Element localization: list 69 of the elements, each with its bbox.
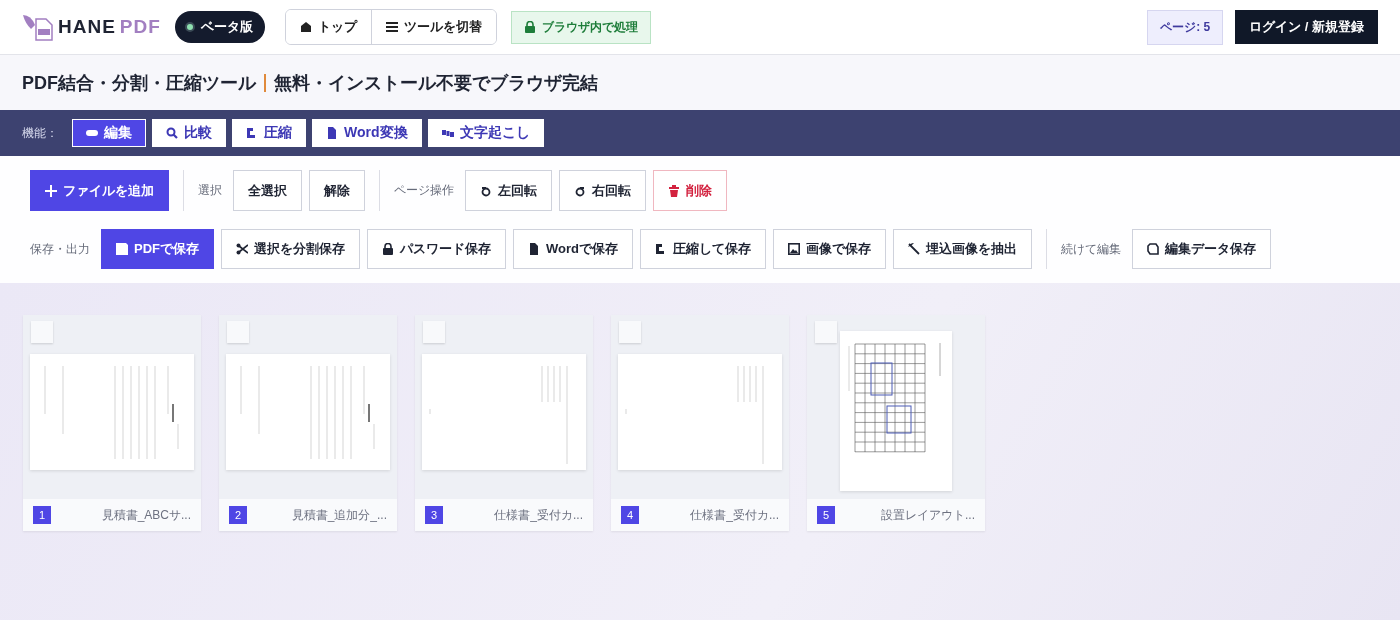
page-title: PDF結合・分割・圧縮ツール bbox=[22, 71, 256, 95]
menu-icon bbox=[385, 21, 398, 33]
feature-tab[interactable]: Word変換 bbox=[312, 119, 422, 147]
toolbar-button[interactable]: 圧縮して保存 bbox=[640, 229, 766, 269]
page-checkbox[interactable] bbox=[31, 321, 53, 343]
file-name: 仕様書_受付カ... bbox=[494, 506, 583, 524]
file-name: 見積書_追加分_... bbox=[291, 506, 387, 524]
lock-icon bbox=[523, 21, 536, 33]
page-card[interactable]: 5 設置レイアウト... bbox=[807, 315, 985, 531]
document-icon bbox=[528, 243, 540, 255]
toolbar-button[interactable]: 編集データ保存 bbox=[1132, 229, 1271, 269]
logo-icon bbox=[22, 13, 54, 41]
logo-text: HANE bbox=[58, 16, 116, 38]
toolbar-button[interactable]: Wordで保存 bbox=[513, 229, 633, 269]
toolbar-button[interactable]: 右回転 bbox=[559, 170, 646, 211]
status-dot-icon bbox=[184, 22, 195, 32]
page-number-badge: 1 bbox=[33, 506, 51, 524]
lock-icon bbox=[382, 243, 394, 255]
page-card[interactable]: 2 見積書_追加分_... bbox=[219, 315, 397, 531]
house-icon bbox=[299, 21, 312, 33]
plus-icon bbox=[45, 184, 57, 197]
file-name: 仕様書_受付カ... bbox=[690, 506, 779, 524]
login-button[interactable]: ログイン / 新規登録 bbox=[1235, 10, 1378, 44]
page-number-badge: 4 bbox=[621, 506, 639, 524]
group-label: 保存・出力 bbox=[30, 240, 90, 258]
toolbar-button[interactable]: 削除 bbox=[653, 170, 727, 211]
page-checkbox[interactable] bbox=[815, 321, 837, 343]
features-label: 機能： bbox=[22, 124, 58, 142]
feature-tab[interactable]: 文字起こし bbox=[427, 119, 544, 147]
beta-label: ベータ版 bbox=[200, 18, 253, 36]
page-card[interactable]: 1 見積書_ABCサ... bbox=[23, 315, 201, 531]
nav-button[interactable]: ツールを切替 bbox=[370, 10, 496, 44]
rotate-right-icon bbox=[574, 184, 586, 197]
toolbar-button[interactable]: ファイルを追加 bbox=[30, 170, 169, 211]
privacy-label: ブラウザ内で処理 bbox=[541, 18, 638, 36]
toolbar-button[interactable]: 選択を分割保存 bbox=[221, 229, 360, 269]
file-name: 設置レイアウト... bbox=[881, 506, 975, 524]
page-subtitle: 無料・インストール不要でブラウザ完結 bbox=[274, 71, 598, 95]
page-number-badge: 5 bbox=[817, 506, 835, 524]
page-number-badge: 3 bbox=[425, 506, 443, 524]
toolbar-button[interactable]: 全選択 bbox=[233, 170, 302, 211]
search-icon bbox=[166, 127, 178, 139]
page-card[interactable]: 3 仕様書_受付カ... bbox=[415, 315, 593, 531]
trash-icon bbox=[668, 184, 680, 197]
toolbar-button[interactable]: パスワード保存 bbox=[367, 229, 506, 269]
group-label: 続けて編集 bbox=[1061, 240, 1121, 258]
document-icon bbox=[326, 127, 338, 139]
page-count-badge: ページ: 5 bbox=[1147, 9, 1224, 45]
feature-tab[interactable]: 編集 bbox=[72, 119, 146, 147]
toolbar-button[interactable]: PDFで保存 bbox=[101, 229, 214, 269]
page-checkbox[interactable] bbox=[227, 321, 249, 343]
feature-tab[interactable]: 圧縮 bbox=[232, 119, 306, 147]
scissors-icon bbox=[236, 243, 248, 255]
toolbar-button[interactable]: 画像で保存 bbox=[773, 229, 886, 269]
rotate-left-icon bbox=[480, 184, 492, 197]
picture-frame-icon bbox=[788, 243, 800, 255]
feature-tab[interactable]: 比較 bbox=[152, 119, 226, 147]
file-name: 見積書_ABCサ... bbox=[101, 506, 191, 524]
page-number-badge: 2 bbox=[229, 506, 247, 524]
group-label: 選択 bbox=[198, 182, 222, 199]
logo-text: PDF bbox=[119, 16, 161, 38]
text-blocks-icon bbox=[441, 127, 454, 139]
toolbar-button[interactable]: 解除 bbox=[309, 170, 365, 211]
page-checkbox[interactable] bbox=[619, 321, 641, 343]
page-checkbox[interactable] bbox=[423, 321, 445, 343]
page-card[interactable]: 4 仕様書_受付カ... bbox=[611, 315, 789, 531]
toolbar-button[interactable]: 埋込画像を抽出 bbox=[893, 229, 1032, 269]
group-label: ページ操作 bbox=[394, 182, 454, 199]
toolbar-button[interactable]: 左回転 bbox=[465, 170, 552, 211]
